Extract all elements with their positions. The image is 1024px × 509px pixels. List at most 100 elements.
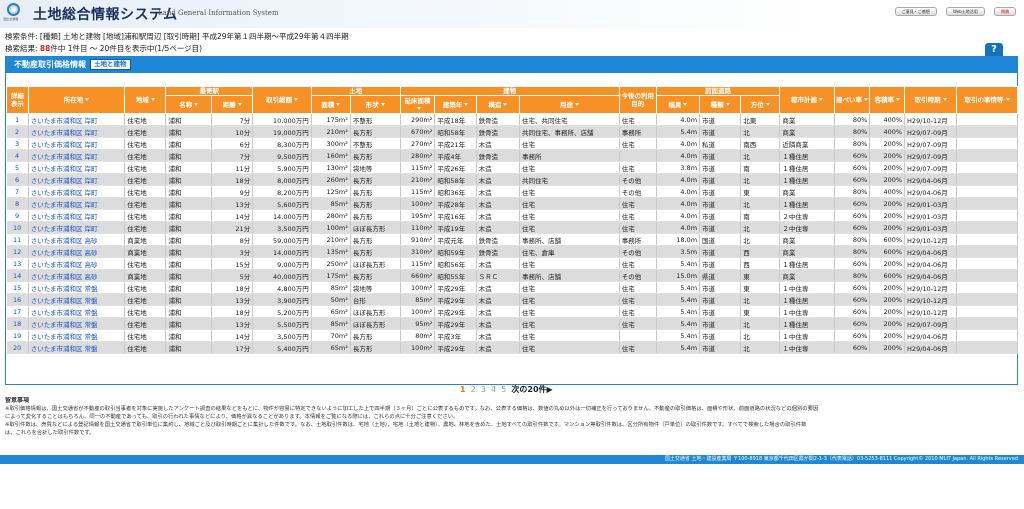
location-link[interactable]: さいたま市浦和区 高砂 [28,257,126,270]
close-button[interactable]: 閉鎖 [994,7,1016,16]
col-direction[interactable]: 方位 [740,95,781,114]
location-link[interactable]: さいたま市浦和区 常盤 [28,317,126,330]
feedback-button[interactable]: ご意見・ご感想 [894,7,937,16]
col-coverage[interactable]: 建ぺい率 [833,86,871,114]
col-station-name[interactable]: 名称 [165,95,212,114]
location-link[interactable]: さいたま市浦和区 岸町 [28,149,126,162]
future-use: 住宅 [619,209,657,222]
col-far[interactable]: 容積率 [869,86,906,114]
col-structure[interactable]: 構造 [475,95,521,114]
floor-area-ratio: 400% [869,185,906,198]
page-link-1[interactable]: 1 [460,385,466,394]
location-link[interactable]: さいたま市浦和区 岸町 [28,221,126,234]
row-number[interactable]: 15 [6,281,29,294]
floor-area: 110m² [400,221,436,234]
col-price[interactable]: 取引総額 [252,86,312,114]
row-number[interactable]: 6 [6,173,29,186]
floor-area-ratio: 200% [869,281,906,294]
location-link[interactable]: さいたま市浦和区 常盤 [28,305,126,318]
row-number[interactable]: 2 [6,125,29,138]
col-shape[interactable]: 形状 [349,95,401,114]
city-plan: １中住専 [779,281,835,294]
row-number[interactable]: 9 [6,209,29,222]
floor-area-ratio: 200% [869,305,906,318]
page-link-4[interactable]: 4 [491,385,496,394]
location-link[interactable]: さいたま市浦和区 常盤 [28,293,126,306]
future-use: 住宅 [619,113,657,126]
row-number[interactable]: 1 [6,113,29,126]
floor-area: 80m² [400,329,436,342]
station-name: 浦和 [165,341,212,354]
col-station-group: 最寄駅 [165,86,254,96]
land-area: 260m² [311,173,351,186]
col-period[interactable]: 取引時期 [904,86,958,114]
location-link[interactable]: さいたま市浦和区 高砂 [28,245,126,258]
web-land-button[interactable]: Web土地活用 [946,7,985,16]
city-plan: １中住専 [779,305,835,318]
location-link[interactable]: さいたま市浦和区 岸町 [28,137,126,150]
location-link[interactable]: さいたま市浦和区 岸町 [28,173,126,186]
row-number[interactable]: 4 [6,149,29,162]
location-link[interactable]: さいたま市浦和区 高砂 [28,269,126,282]
row-number[interactable]: 16 [6,293,29,306]
row-number[interactable]: 10 [6,221,29,234]
row-number[interactable]: 5 [6,161,29,174]
district: 住宅地 [124,113,167,126]
col-district[interactable]: 地域 [124,86,167,114]
page-link-3[interactable]: 3 [481,385,486,394]
row-number[interactable]: 19 [6,329,29,342]
col-location[interactable]: 所在地 [27,86,126,114]
distance: 3分 [211,245,254,258]
page-link-5[interactable]: 5 [501,385,506,394]
land-shape: 長方形 [350,173,401,186]
next-page-link[interactable]: 次の20件▶ [511,385,552,394]
coverage-ratio: 60% [834,329,871,342]
col-year[interactable]: 建築年 [434,95,477,114]
row-number[interactable]: 17 [6,305,29,318]
row-number[interactable]: 12 [6,245,29,258]
location-link[interactable]: さいたま市浦和区 高砂 [28,233,126,246]
page-link-2[interactable]: 2 [471,385,476,394]
col-distance[interactable]: 距離 [210,95,254,114]
land-shape: 袋地等 [350,281,401,294]
col-floor-area[interactable]: 延床面積 [399,95,436,114]
row-number[interactable]: 18 [6,317,29,330]
build-year: 平成元年 [434,233,477,246]
col-area[interactable]: 面積 [310,95,351,114]
row-number[interactable]: 8 [6,197,29,210]
coverage-ratio: 60% [834,341,871,354]
location-link[interactable]: さいたま市浦和区 岸町 [28,113,126,126]
row-number[interactable]: 14 [6,269,29,282]
col-circumstances[interactable]: 取引の事情等 [956,86,1018,114]
location-link[interactable]: さいたま市浦和区 岸町 [28,185,126,198]
price: 5,900万円 [252,161,312,174]
col-road-type[interactable]: 種類 [699,95,742,114]
col-width[interactable]: 幅員 [655,95,701,114]
col-detail: 詳細表示 [6,86,29,114]
location-link[interactable]: さいたま市浦和区 岸町 [28,125,126,138]
col-plan[interactable]: 都市計画 [779,86,835,114]
col-future-use[interactable]: 今後の利用目的 [618,86,657,114]
road-width: 3.5m [656,245,701,258]
location-link[interactable]: さいたま市浦和区 常盤 [28,329,126,342]
location-link[interactable]: さいたま市浦和区 常盤 [28,281,126,294]
help-icon[interactable]: ? [985,43,1003,57]
row-number[interactable]: 3 [6,137,29,150]
distance: 18分 [211,305,254,318]
row-number[interactable]: 13 [6,257,29,270]
station-name: 浦和 [165,125,212,138]
land-shape: 台形 [350,293,401,306]
structure: 鉄骨造 [476,149,521,162]
row-number[interactable]: 11 [6,233,29,246]
floor-area-ratio: 200% [869,329,906,342]
location-link[interactable]: さいたま市浦和区 岸町 [28,197,126,210]
location-link[interactable]: さいたま市浦和区 常盤 [28,341,126,354]
row-number[interactable]: 20 [6,341,29,354]
structure: 木造 [476,317,521,330]
building-use: 住宅 [519,137,620,150]
road-direction: 北 [740,341,781,354]
row-number[interactable]: 7 [6,185,29,198]
location-link[interactable]: さいたま市浦和区 岸町 [28,209,126,222]
col-use[interactable]: 用途 [519,95,620,114]
location-link[interactable]: さいたま市浦和区 岸町 [28,161,126,174]
